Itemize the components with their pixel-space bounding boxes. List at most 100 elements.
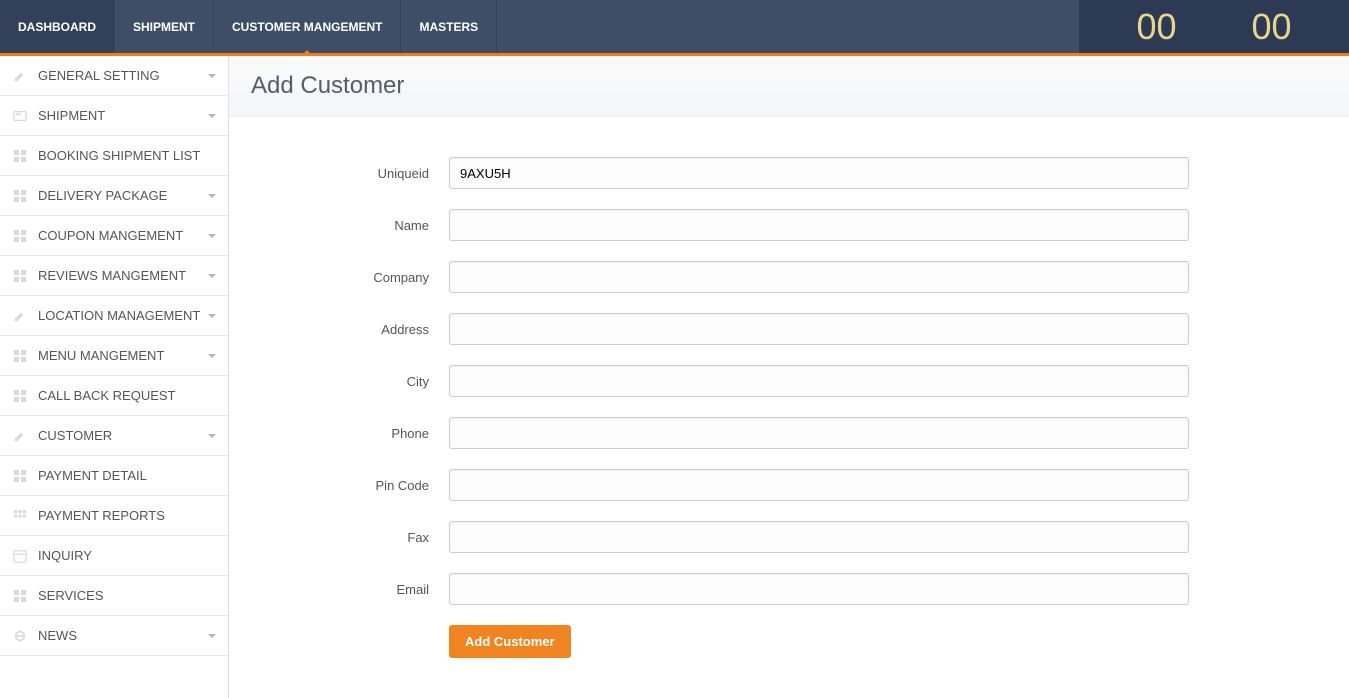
add-customer-button[interactable]: Add Customer [449,625,571,658]
sidebar-item-general-setting[interactable]: GENERAL SETTING [0,56,228,96]
chevron-down-icon [208,274,216,278]
topnav: DASHBOARD SHIPMENT CUSTOMER MANGEMENT MASTE… [0,0,497,53]
sidebar-item-label: SHIPMENT [38,108,208,123]
form-row-phone: Phone [249,417,1329,449]
sidebar-item-delivery-package[interactable]: DELIVERY PACKAGE [0,176,228,216]
phone-field[interactable] [449,417,1189,449]
layout: GENERAL SETTING SHIPMENT BOOKING SHIPMENT … [0,56,1349,698]
card-icon [12,108,28,124]
sidebar-item-shipment[interactable]: SHIPMENT [0,96,228,136]
dots-icon [12,508,28,524]
sidebar-item-label: PAYMENT DETAIL [38,468,216,483]
grid-icon [12,268,28,284]
sidebar-item-menu-mangement[interactable]: MENU MANGEMENT [0,336,228,376]
pencil-icon [12,308,28,324]
sidebar-item-label: DELIVERY PACKAGE [38,188,208,203]
grid-icon [12,588,28,604]
chevron-down-icon [208,434,216,438]
pencil-icon [12,68,28,84]
grid-icon [12,188,28,204]
grid-icon [12,348,28,364]
topnav-item-label: DASHBOARD [18,20,96,34]
topnav-item-label: SHIPMENT [133,20,195,34]
topnav-item-dashboard[interactable]: DASHBOARD [0,0,115,53]
topnav-item-label: MASTERS [419,20,478,34]
sidebar-item-label: COUPON MANGEMENT [38,228,208,243]
address-field[interactable] [449,313,1189,345]
sidebar: GENERAL SETTING SHIPMENT BOOKING SHIPMENT … [0,56,229,698]
form-row-fax: Fax [249,521,1329,553]
topbar: DASHBOARD SHIPMENT CUSTOMER MANGEMENT MASTE… [0,0,1349,53]
form-label-name: Name [249,218,449,233]
chevron-down-icon [208,354,216,358]
form-row-company: Company [249,261,1329,293]
counter-box: 00 00 [1079,0,1349,53]
grid-icon [12,228,28,244]
form-label-pincode: Pin Code [249,478,449,493]
sidebar-item-reviews-mangement[interactable]: REVIEWS MANGEMENT [0,256,228,296]
name-field[interactable] [449,209,1189,241]
form-row-city: City [249,365,1329,397]
sidebar-item-label: CUSTOMER [38,428,208,443]
sidebar-item-payment-detail[interactable]: PAYMENT DETAIL [0,456,228,496]
form-row-pincode: Pin Code [249,469,1329,501]
city-field[interactable] [449,365,1189,397]
form-label-email: Email [249,582,449,597]
company-field[interactable] [449,261,1189,293]
uniqueid-field[interactable] [449,157,1189,189]
sidebar-item-location-management[interactable]: LOCATION MANAGEMENT [0,296,228,336]
sidebar-item-label: BOOKING SHIPMENT LIST [38,148,216,163]
sidebar-item-inquiry[interactable]: INQUIRY [0,536,228,576]
sidebar-item-services[interactable]: SERVICES [0,576,228,616]
email-field[interactable] [449,573,1189,605]
sidebar-item-label: SERVICES [38,588,216,603]
sidebar-item-label: MENU MANGEMENT [38,348,208,363]
grid-icon [12,468,28,484]
chevron-down-icon [208,74,216,78]
form-row-name: Name [249,209,1329,241]
form-row-email: Email [249,573,1329,605]
form-label-uniqueid: Uniqueid [249,166,449,181]
form-label-fax: Fax [249,530,449,545]
page-title: Add Customer [251,72,1327,100]
form-label-phone: Phone [249,426,449,441]
sidebar-item-news[interactable]: NEWS [0,616,228,656]
topnav-item-label: CUSTOMER MANGEMENT [232,20,382,34]
sidebar-item-call-back-request[interactable]: CALL BACK REQUEST [0,376,228,416]
form-row-address: Address [249,313,1329,345]
pincode-field[interactable] [449,469,1189,501]
topnav-item-shipment[interactable]: SHIPMENT [115,0,214,53]
sidebar-item-label: NEWS [38,628,208,643]
counter-right: 00 [1251,6,1291,48]
form-label-city: City [249,374,449,389]
form: Uniqueid Name Company Address City Phone Pin C… [229,117,1349,698]
sidebar-item-label: GENERAL SETTING [38,68,208,83]
form-label-address: Address [249,322,449,337]
circle-icon [12,628,28,644]
counter-left: 00 [1136,6,1176,48]
form-label-company: Company [249,270,449,285]
sidebar-item-label: REVIEWS MANGEMENT [38,268,208,283]
chevron-down-icon [208,314,216,318]
sidebar-item-label: PAYMENT REPORTS [38,508,216,523]
chevron-down-icon [208,234,216,238]
sidebar-item-booking-shipment-list[interactable]: BOOKING SHIPMENT LIST [0,136,228,176]
grid-icon [12,148,28,164]
sidebar-item-customer[interactable]: CUSTOMER [0,416,228,456]
chevron-down-icon [208,194,216,198]
grid-icon [12,388,28,404]
form-actions: Add Customer [249,625,1329,658]
content-header: Add Customer [229,56,1349,117]
topnav-item-customer-mangement[interactable]: CUSTOMER MANGEMENT [214,0,401,53]
sidebar-item-label: INQUIRY [38,548,216,563]
sidebar-item-label: CALL BACK REQUEST [38,388,216,403]
sidebar-item-payment-reports[interactable]: PAYMENT REPORTS [0,496,228,536]
topnav-item-masters[interactable]: MASTERS [401,0,497,53]
chevron-down-icon [208,634,216,638]
fax-field[interactable] [449,521,1189,553]
calendar-icon [12,548,28,564]
chevron-down-icon [208,114,216,118]
sidebar-item-coupon-mangement[interactable]: COUPON MANGEMENT [0,216,228,256]
form-row-uniqueid: Uniqueid [249,157,1329,189]
pencil-icon [12,428,28,444]
